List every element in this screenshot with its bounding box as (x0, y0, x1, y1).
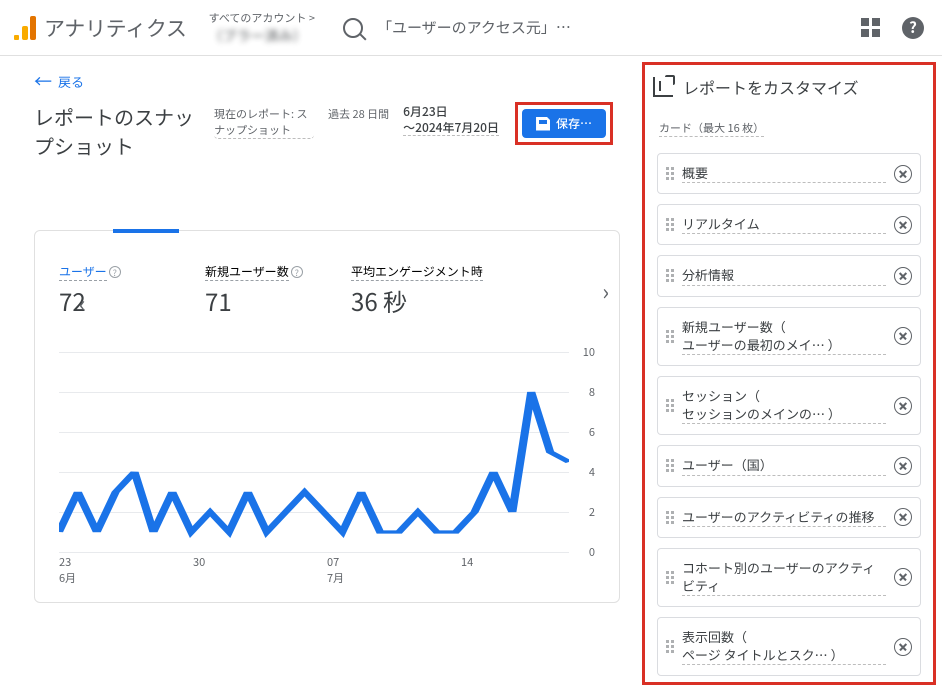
y-tick: 4 (589, 464, 595, 480)
drag-handle-icon[interactable] (666, 330, 674, 343)
x-tick: 23 6月 (59, 554, 193, 586)
apps-grid-icon[interactable] (861, 18, 880, 37)
metric-chart-card: ‹ › ユーザー? 72 新規ユーザー数? 71 平均エンゲージメント時 36 … (34, 230, 620, 603)
search-placeholder: 「ユーザーのアクセス元」… (377, 17, 571, 38)
remove-icon[interactable] (894, 457, 912, 475)
customize-icon (653, 77, 673, 97)
help-icon[interactable]: ? (902, 17, 924, 39)
card-item[interactable]: セッション（ セッションのメインの… ） (657, 376, 921, 435)
save-button-label: 保存… (556, 115, 592, 132)
card-item[interactable]: ユーザー（国） (657, 445, 921, 486)
card-label: セッション（ セッションのメインの… ） (682, 387, 886, 424)
analytics-logo-icon (14, 16, 36, 40)
drag-handle-icon[interactable] (666, 511, 674, 524)
date-period-label: 過去 28 日間 (328, 106, 389, 122)
drag-handle-icon[interactable] (666, 571, 674, 584)
back-label: 戻る (58, 72, 84, 91)
metric-value: 36 秒 (351, 283, 521, 318)
card-max-label: カード（最大 16 枚） (659, 120, 764, 137)
card-label: 分析情報 (682, 266, 886, 285)
line-chart: 10 8 6 4 2 0 (59, 352, 595, 552)
customize-report-panel: レポートをカスタマイズ カード（最大 16 枚） 概要リアルタイム分析情報新規ユ… (642, 62, 936, 685)
drag-handle-icon[interactable] (666, 399, 674, 412)
card-item[interactable]: 概要 (657, 153, 921, 194)
arrow-left-icon: ← (34, 68, 52, 94)
card-label: ユーザー（国） (682, 456, 886, 475)
drag-handle-icon[interactable] (666, 218, 674, 231)
metric-new-users[interactable]: 新規ユーザー数? 71 (205, 257, 305, 318)
back-button[interactable]: ← 戻る (34, 68, 84, 94)
card-item[interactable]: 分析情報 (657, 255, 921, 296)
remove-icon[interactable] (894, 267, 912, 285)
x-tick: 14 (461, 554, 595, 586)
drag-handle-icon[interactable] (666, 269, 674, 282)
drag-handle-icon[interactable] (666, 640, 674, 653)
customize-panel-title: レポートをカスタマイズ (683, 75, 859, 99)
card-item[interactable]: 新規ユーザー数（ ユーザーの最初のメイ… ） (657, 307, 921, 366)
remove-icon[interactable] (894, 327, 912, 345)
remove-icon[interactable] (894, 508, 912, 526)
card-label: コホート別のユーザーのアクティビティ (682, 559, 886, 596)
remove-icon[interactable] (894, 397, 912, 415)
chevron-right-icon[interactable]: › (602, 275, 609, 307)
y-tick: 10 (583, 344, 595, 360)
card-label: ユーザーのアクティビティの推移 (682, 508, 886, 527)
save-button-highlight: 保存… (515, 102, 613, 145)
remove-icon[interactable] (894, 216, 912, 234)
top-header: アナリティクス すべてのアカウント > （ブラー済み） 「ユーザーのアクセス元」… (0, 0, 942, 56)
date-range-picker[interactable]: 6月23日 ～2024年7月20日 (403, 104, 499, 136)
chevron-left-icon[interactable]: ‹ (45, 275, 108, 319)
info-icon[interactable]: ? (109, 266, 121, 278)
x-tick: 07 7月 (327, 554, 461, 586)
info-icon[interactable]: ? (291, 266, 303, 278)
search-box[interactable]: 「ユーザーのアクセス元」… (343, 17, 623, 38)
remove-icon[interactable] (894, 568, 912, 586)
x-tick: 30 (193, 554, 327, 586)
metric-avg-engagement[interactable]: 平均エンゲージメント時 36 秒 (351, 257, 521, 318)
breadcrumb-bottom: （ブラー済み） (209, 26, 315, 46)
card-item[interactable]: コホート別のユーザーのアクティビティ (657, 548, 921, 607)
app-name: アナリティクス (44, 13, 187, 43)
card-label: 新規ユーザー数（ ユーザーの最初のメイ… ） (682, 318, 886, 355)
metric-value: 71 (205, 283, 305, 318)
breadcrumb-top: すべてのアカウント > (209, 10, 315, 26)
card-label: 表示回数（ ページ タイトルとスク… ） (682, 628, 886, 665)
report-status-pill: 現在のレポート: スナップショット (214, 106, 314, 139)
metric-label: 新規ユーザー数 (205, 263, 289, 281)
card-label: リアルタイム (682, 215, 886, 234)
drag-handle-icon[interactable] (666, 167, 674, 180)
y-tick: 2 (589, 504, 595, 520)
active-metric-indicator (113, 229, 179, 233)
y-tick: 6 (589, 424, 595, 440)
remove-icon[interactable] (894, 638, 912, 656)
save-icon (536, 117, 550, 131)
y-tick: 8 (589, 384, 595, 400)
metric-label: 平均エンゲージメント時 (351, 263, 483, 281)
card-label: 概要 (682, 164, 886, 183)
card-item[interactable]: ユーザーのアクティビティの推移 (657, 497, 921, 538)
save-button[interactable]: 保存… (522, 109, 606, 138)
search-icon (343, 18, 363, 38)
drag-handle-icon[interactable] (666, 459, 674, 472)
page-title: レポートのスナップショット (34, 102, 204, 160)
remove-icon[interactable] (894, 165, 912, 183)
y-tick: 0 (589, 544, 595, 560)
account-selector[interactable]: すべてのアカウント > （ブラー済み） (209, 10, 315, 46)
card-item[interactable]: リアルタイム (657, 204, 921, 245)
card-item[interactable]: 表示回数（ ページ タイトルとスク… ） (657, 617, 921, 676)
